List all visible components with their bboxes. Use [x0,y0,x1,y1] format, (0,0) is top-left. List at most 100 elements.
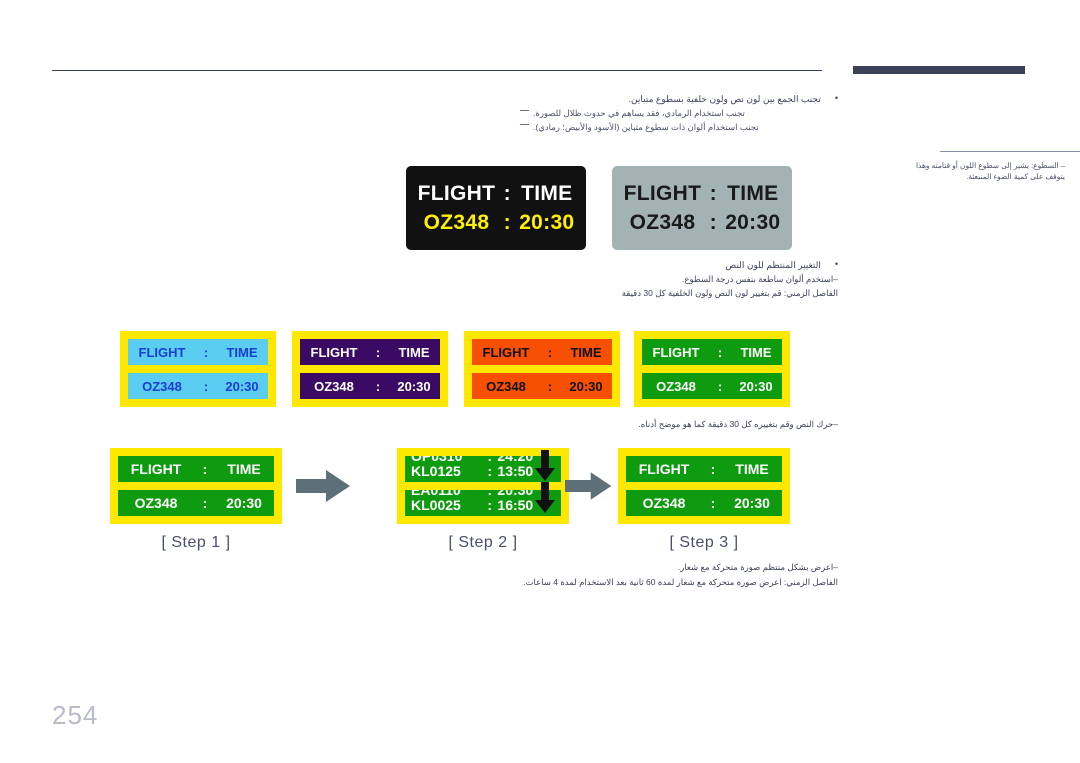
flight-time: 20:30 [225,378,259,394]
flight-label: FLIGHT [310,344,358,360]
time-label: TIME [727,181,779,205]
colon-separator: : [547,378,553,394]
orange-panel-header-row: FLIGHT : TIME [472,339,612,365]
flight-code: KL0025 [411,497,461,513]
flight-code: OZ348 [629,210,696,234]
section-top-sub1-row: تجنب استخدام الرمادي، فقد يساهم في حدوث … [520,106,838,120]
black-panel-header-row: FLIGHT : TIME [416,182,576,206]
colon-separator: : [547,344,553,360]
colon-separator: : [717,344,723,360]
step-3-data-row: OZ348 : 20:30 [626,490,782,516]
colon-separator: : [202,461,208,477]
flight-label: FLIGHT [482,344,530,360]
colon-separator: : [202,495,208,511]
orange-panel-data-row: OZ348 : 20:30 [472,373,612,399]
section-bottom-line2: الفاصل الزمني: اعرض صورة متحركة مع شعار … [523,577,838,587]
section-mid-sub2-text: الفاصل الزمني: قم بتغيير لون النص ولون ا… [621,288,838,298]
section-top-sub1-text: تجنب استخدام الرمادي، فقد يساهم في حدوث … [533,108,745,118]
colon-separator: : [709,181,717,205]
purple-panel-header-row: FLIGHT : TIME [300,339,440,365]
cyan-panel: FLIGHT : TIME OZ348 : 20:30 [120,331,276,407]
grey-background-panel: FLIGHT : TIME OZ348 : 20:30 [612,166,792,250]
arrow-down-icon [535,450,555,481]
arrow-down-icon [535,482,555,513]
arrow-right-icon [296,470,350,502]
flight-time: 20:30 [725,210,781,234]
flight-code: OZ348 [134,495,178,511]
header-divider-main [52,70,822,71]
flight-time: 20:30 [519,210,575,234]
flight-label: FLIGHT [638,461,690,477]
flight-label: FLIGHT [623,181,702,205]
step-1-group: FLIGHT : TIME OZ348 : 20:30 [ Step 1 ] [110,448,282,552]
step-3-panel: FLIGHT : TIME OZ348 : 20:30 [618,448,790,524]
arrow-right-icon [565,472,612,500]
time-label: TIME [521,181,573,205]
section-mid-bullet-text: التغيير المنتظم للون النص [725,260,821,270]
black-panel-data-row: OZ348 : 20:30 [416,211,576,235]
section-top-sub2-row: تجنب استخدام ألوان ذات سطوع متباين (الأس… [520,120,838,134]
section-mid-sub1-text: –استخدم ألوان ساطعة بنفس درجة السطوع. [682,274,838,284]
bullet-dot-icon: • [834,93,838,103]
black-background-panel: FLIGHT : TIME OZ348 : 20:30 [406,166,586,250]
flight-time: 20:30 [739,378,773,394]
sidebar-note: – السطوع: يشير إلى سطوع اللون أو قتامته … [915,161,1065,181]
colon-separator: : [487,463,493,479]
step-3-label: [ Step 3 ] [669,534,739,551]
step-3-header-row: FLIGHT : TIME [626,456,782,482]
step-1-label: [ Step 1 ] [161,534,231,551]
orange-panel: FLIGHT : TIME OZ348 : 20:30 [464,331,620,407]
step-2-label: [ Step 2 ] [448,534,518,551]
flight-code: KL0125 [411,463,461,479]
flight-code: OZ348 [486,378,526,394]
step-1-panel: FLIGHT : TIME OZ348 : 20:30 [110,448,282,524]
green-panel-header-row: FLIGHT : TIME [642,339,782,365]
sidebar-divider [940,151,1080,152]
colon-separator: : [709,210,717,234]
header-bar-sidebar [853,66,1025,74]
bullet-dot-icon: • [834,259,838,269]
cyan-panel-header-row: FLIGHT : TIME [128,339,268,365]
section-top-sub2-text: تجنب استخدام ألوان ذات سطوع متباين (الأس… [533,122,759,132]
section-top-bullet-text: تجنب الجمع بين لون نص ولون خلفية بسطوع م… [628,94,821,104]
flight-code: OZ348 [314,378,354,394]
time-label: TIME [735,461,769,477]
colon-separator: : [203,378,209,394]
step-1-data-row: OZ348 : 20:30 [118,490,274,516]
flight-label: FLIGHT [130,461,182,477]
purple-panel: FLIGHT : TIME OZ348 : 20:30 [292,331,448,407]
flight-label: FLIGHT [417,181,496,205]
cyan-panel-data-row: OZ348 : 20:30 [128,373,268,399]
colon-separator: : [710,461,716,477]
time-label: TIME [398,344,430,360]
section-top-bullet-row: • تجنب الجمع بين لون نص ولون خلفية بسطوع… [520,92,838,106]
dash-marker-icon [520,124,529,131]
flight-time: 20:30 [569,378,603,394]
section-mid: • التغيير المنتظم للون النص –استخدم ألوا… [520,258,838,300]
colon-separator: : [717,378,723,394]
colon-separator: : [375,344,381,360]
step-3-group: FLIGHT : TIME OZ348 : 20:30 [ Step 3 ] [618,448,790,552]
flight-code: OZ348 [423,210,490,234]
time-label: TIME [570,344,602,360]
colon-separator: : [503,210,511,234]
green-panel-data-row: OZ348 : 20:30 [642,373,782,399]
section-bottom-line1: –اعرض بشكل منتظم صورة متحركة مع شعار. [677,562,838,572]
purple-panel-data-row: OZ348 : 20:30 [300,373,440,399]
flight-time: 20:30 [734,495,770,511]
section-mid-bullet-row: • التغيير المنتظم للون النص [520,258,838,272]
page-number: 254 [52,700,99,730]
flight-time: 20:30 [397,378,431,394]
section-top: • تجنب الجمع بين لون نص ولون خلفية بسطوع… [520,92,838,134]
flight-time: 20:30 [226,495,262,511]
colon-separator: : [503,181,511,205]
time-label: TIME [227,461,261,477]
time-label: TIME [740,344,772,360]
section-move-text: –حرك النص وقم بتغييره كل 30 دقيقة كما هو… [638,419,838,429]
grey-panel-data-row: OZ348 : 20:30 [622,211,782,235]
green-panel: FLIGHT : TIME OZ348 : 20:30 [634,331,790,407]
colon-separator: : [203,344,209,360]
time-label: TIME [226,344,258,360]
colon-separator: : [487,497,493,513]
flight-code: OZ348 [642,495,686,511]
